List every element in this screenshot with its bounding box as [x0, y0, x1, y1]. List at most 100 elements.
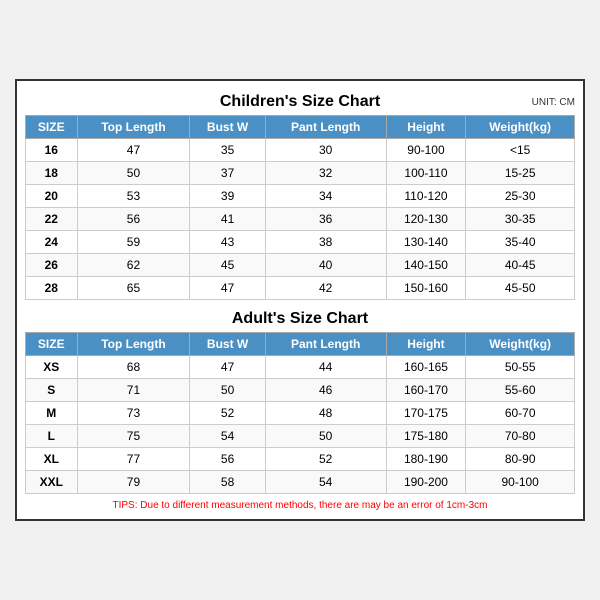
table-cell: 46 — [265, 379, 386, 402]
table-cell: 44 — [265, 356, 386, 379]
adult-col-height: Height — [386, 333, 466, 356]
table-cell: 39 — [190, 185, 265, 208]
table-cell: 40-45 — [466, 254, 575, 277]
table-cell: 53 — [77, 185, 190, 208]
table-cell: XS — [26, 356, 78, 379]
table-cell: XXL — [26, 471, 78, 494]
table-cell: 26 — [26, 254, 78, 277]
table-cell: XL — [26, 448, 78, 471]
table-cell: 56 — [190, 448, 265, 471]
adult-col-size: SIZE — [26, 333, 78, 356]
table-row: 1647353090-100<15 — [26, 139, 575, 162]
table-cell: 47 — [190, 356, 265, 379]
table-cell: 50 — [77, 162, 190, 185]
table-cell: 37 — [190, 162, 265, 185]
table-row: 24594338130-14035-40 — [26, 231, 575, 254]
table-cell: 60-70 — [466, 402, 575, 425]
table-cell: L — [26, 425, 78, 448]
table-cell: 55-60 — [466, 379, 575, 402]
table-cell: 16 — [26, 139, 78, 162]
table-cell: 79 — [77, 471, 190, 494]
children-chart-title: Children's Size Chart — [220, 93, 380, 111]
table-row: 28654742150-16045-50 — [26, 277, 575, 300]
table-cell: 24 — [26, 231, 78, 254]
children-col-toplength: Top Length — [77, 116, 190, 139]
table-cell: M — [26, 402, 78, 425]
children-col-pantlength: Pant Length — [265, 116, 386, 139]
table-row: XXL795854190-20090-100 — [26, 471, 575, 494]
table-cell: 45 — [190, 254, 265, 277]
adult-title-row: Adult's Size Chart — [25, 306, 575, 332]
tips-text: TIPS: Due to different measurement metho… — [25, 500, 575, 511]
table-cell: 32 — [265, 162, 386, 185]
table-cell: 90-100 — [466, 471, 575, 494]
table-cell: 22 — [26, 208, 78, 231]
table-cell: 71 — [77, 379, 190, 402]
table-cell: 47 — [77, 139, 190, 162]
adult-chart-title: Adult's Size Chart — [232, 310, 368, 328]
table-cell: 77 — [77, 448, 190, 471]
table-cell: 47 — [190, 277, 265, 300]
table-cell: 140-150 — [386, 254, 466, 277]
children-col-weight: Weight(kg) — [466, 116, 575, 139]
table-cell: 190-200 — [386, 471, 466, 494]
table-cell: 150-160 — [386, 277, 466, 300]
table-cell: 75 — [77, 425, 190, 448]
table-cell: 52 — [190, 402, 265, 425]
table-cell: 170-175 — [386, 402, 466, 425]
adult-header-row: SIZE Top Length Bust W Pant Length Heigh… — [26, 333, 575, 356]
table-cell: 73 — [77, 402, 190, 425]
table-cell: 80-90 — [466, 448, 575, 471]
table-cell: 50 — [190, 379, 265, 402]
table-cell: 38 — [265, 231, 386, 254]
chart-container: Children's Size Chart UNIT: CM SIZE Top … — [15, 79, 585, 521]
table-cell: 58 — [190, 471, 265, 494]
table-cell: 34 — [265, 185, 386, 208]
table-cell: 70-80 — [466, 425, 575, 448]
adult-col-weight: Weight(kg) — [466, 333, 575, 356]
table-cell: 41 — [190, 208, 265, 231]
table-row: 20533934110-12025-30 — [26, 185, 575, 208]
table-row: L755450175-18070-80 — [26, 425, 575, 448]
table-cell: <15 — [466, 139, 575, 162]
table-row: 26624540140-15040-45 — [26, 254, 575, 277]
table-cell: 35 — [190, 139, 265, 162]
table-cell: 36 — [265, 208, 386, 231]
table-cell: 52 — [265, 448, 386, 471]
table-cell: 30-35 — [466, 208, 575, 231]
table-cell: 18 — [26, 162, 78, 185]
children-col-size: SIZE — [26, 116, 78, 139]
table-cell: 48 — [265, 402, 386, 425]
table-cell: 30 — [265, 139, 386, 162]
table-cell: 59 — [77, 231, 190, 254]
table-cell: 40 — [265, 254, 386, 277]
table-cell: 50 — [265, 425, 386, 448]
table-row: 18503732100-11015-25 — [26, 162, 575, 185]
table-cell: 50-55 — [466, 356, 575, 379]
children-title-row: Children's Size Chart UNIT: CM — [25, 89, 575, 115]
table-row: 22564136120-13030-35 — [26, 208, 575, 231]
unit-label: UNIT: CM — [532, 97, 575, 108]
table-cell: 160-165 — [386, 356, 466, 379]
table-cell: 90-100 — [386, 139, 466, 162]
children-col-height: Height — [386, 116, 466, 139]
table-cell: 120-130 — [386, 208, 466, 231]
table-cell: 180-190 — [386, 448, 466, 471]
table-cell: 175-180 — [386, 425, 466, 448]
adult-table: SIZE Top Length Bust W Pant Length Heigh… — [25, 332, 575, 494]
table-cell: 45-50 — [466, 277, 575, 300]
table-cell: 28 — [26, 277, 78, 300]
table-cell: 15-25 — [466, 162, 575, 185]
children-col-bustw: Bust W — [190, 116, 265, 139]
table-row: XL775652180-19080-90 — [26, 448, 575, 471]
table-cell: 42 — [265, 277, 386, 300]
table-cell: 62 — [77, 254, 190, 277]
table-cell: 68 — [77, 356, 190, 379]
table-cell: 56 — [77, 208, 190, 231]
table-cell: 130-140 — [386, 231, 466, 254]
table-cell: 110-120 — [386, 185, 466, 208]
table-cell: 54 — [190, 425, 265, 448]
table-cell: 20 — [26, 185, 78, 208]
table-cell: 65 — [77, 277, 190, 300]
table-cell: S — [26, 379, 78, 402]
